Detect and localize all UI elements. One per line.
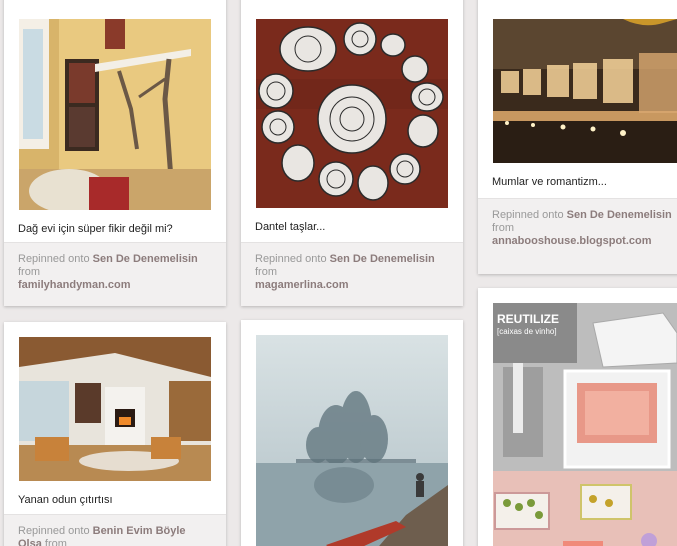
image-title: REUTILIZE [497,312,559,326]
from-word: from [492,222,514,234]
painted-stones-photo [256,19,448,208]
pin-credit: Repinned onto Sen De Denemelisin from fa… [4,242,226,306]
pin-credit: Repinned onto Benin Evim Böyle Olsa from [4,514,226,546]
pin-credit: Repinned onto Sen De Denemelisin from an… [478,198,677,274]
candles-photo [493,19,677,163]
repinned-prefix: Repinned onto [18,253,90,265]
misty-lake-photo [256,335,448,546]
wine-crates-photo: REUTILIZE [caixas de vinho] [493,303,677,546]
board-link[interactable]: Sen De Denemelisin [330,253,435,265]
cabin-fireplace-photo [19,337,211,481]
source-link[interactable]: familyhandyman.com [18,279,130,291]
pin-image[interactable]: REUTILIZE [caixas de vinho] [493,303,677,546]
pin-card[interactable]: REUTILIZE [caixas de vinho] [478,288,677,546]
pin-image[interactable] [256,335,448,546]
repinned-prefix: Repinned onto [492,209,564,221]
source-link[interactable]: annabooshouse.blogspot.com [492,235,652,247]
pin-image[interactable] [493,19,677,163]
shelf-photo [19,19,211,210]
pin-image[interactable] [19,337,211,481]
board-link[interactable]: Sen De Denemelisin [567,209,672,221]
pin-description: Dağ evi için süper fikir değil mi? [18,223,173,235]
pin-image[interactable] [256,19,448,208]
pin-description: Mumlar ve romantizm... [492,176,607,188]
from-word: from [44,538,67,546]
pin-description: Dantel taşlar... [255,221,326,233]
pin-card[interactable] [241,320,463,546]
pin-card[interactable]: Dağ evi için süper fikir değil mi? Repin… [4,0,226,306]
pin-card[interactable]: Mumlar ve romantizm... Repinned onto Sen… [478,0,677,274]
board-link[interactable]: Sen De Denemelisin [93,253,198,265]
pin-description: Yanan odun çıtırtısı [18,494,113,506]
from-word: from [255,266,277,278]
pin-card[interactable]: Dantel taşlar... Repinned onto Sen De De… [241,0,463,306]
from-word: from [18,266,40,278]
pin-card[interactable]: Yanan odun çıtırtısı Repinned onto Benin… [4,322,226,546]
source-link[interactable]: magamerlina.com [255,279,349,291]
image-subtitle: [caixas de vinho] [497,327,557,336]
pin-credit: Repinned onto Sen De Denemelisin from ma… [241,242,463,306]
repinned-prefix: Repinned onto [255,253,327,265]
pin-image[interactable] [19,19,211,210]
repinned-prefix: Repinned onto [18,525,90,537]
